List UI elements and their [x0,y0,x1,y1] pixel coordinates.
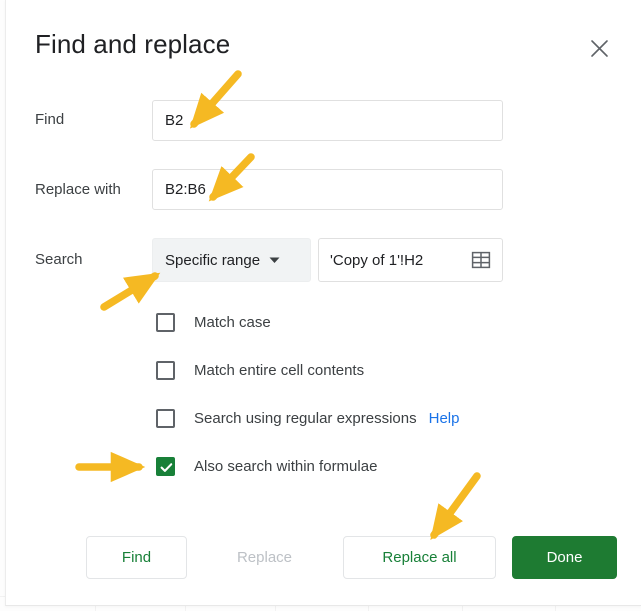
option-row-match-case[interactable]: Match case [156,311,271,333]
chevron-down-icon [269,251,280,269]
checkbox-label-also-search-within-formulae[interactable]: Also search within formulae [194,458,377,475]
find-and-replace-dialog: Find and replace Find B2 Replace with B2… [5,0,641,606]
search-range-input[interactable]: 'Copy of 1'!H2 [318,238,503,282]
done-button[interactable]: Done [512,536,617,579]
checkbox-label-search-using-regular-expressions[interactable]: Search using regular expressions [194,410,417,427]
option-row-match-entire-cell-contents[interactable]: Match entire cell contents [156,359,364,381]
checkbox-search-using-regular-expressions[interactable] [156,408,175,428]
replace-with-label: Replace with [35,181,121,198]
search-label: Search [35,251,83,268]
checkbox-also-search-within-formulae[interactable] [156,456,175,476]
checkbox-match-case[interactable] [156,312,175,332]
regex-help-link[interactable]: Help [429,410,460,427]
search-range-value: 'Copy of 1'!H2 [330,251,424,269]
find-input[interactable]: B2 [152,100,503,141]
replace-with-input[interactable]: B2:B6 [152,169,503,210]
checkbox-match-entire-cell-contents[interactable] [156,360,175,380]
checkbox-label-match-case[interactable]: Match case [194,314,271,331]
page-title: Find and replace [35,29,231,59]
search-scope-value: Specific range [165,251,261,269]
find-button[interactable]: Find [86,536,187,579]
close-button[interactable] [581,30,617,66]
find-label: Find [35,111,65,128]
replace-all-button[interactable]: Replace all [343,536,496,579]
option-row-also-search-within-formulae[interactable]: Also search within formulae [156,455,377,477]
replace-button: Replace [236,549,293,566]
close-icon [590,39,609,58]
option-row-search-using-regular-expressions[interactable]: Search using regular expressions Help [156,407,459,429]
grid-select-icon[interactable] [471,250,491,270]
checkbox-label-match-entire-cell-contents[interactable]: Match entire cell contents [194,362,364,379]
replace-with-input-value: B2:B6 [165,181,206,198]
search-scope-dropdown[interactable]: Specific range [152,238,311,282]
find-input-value: B2 [165,112,184,129]
